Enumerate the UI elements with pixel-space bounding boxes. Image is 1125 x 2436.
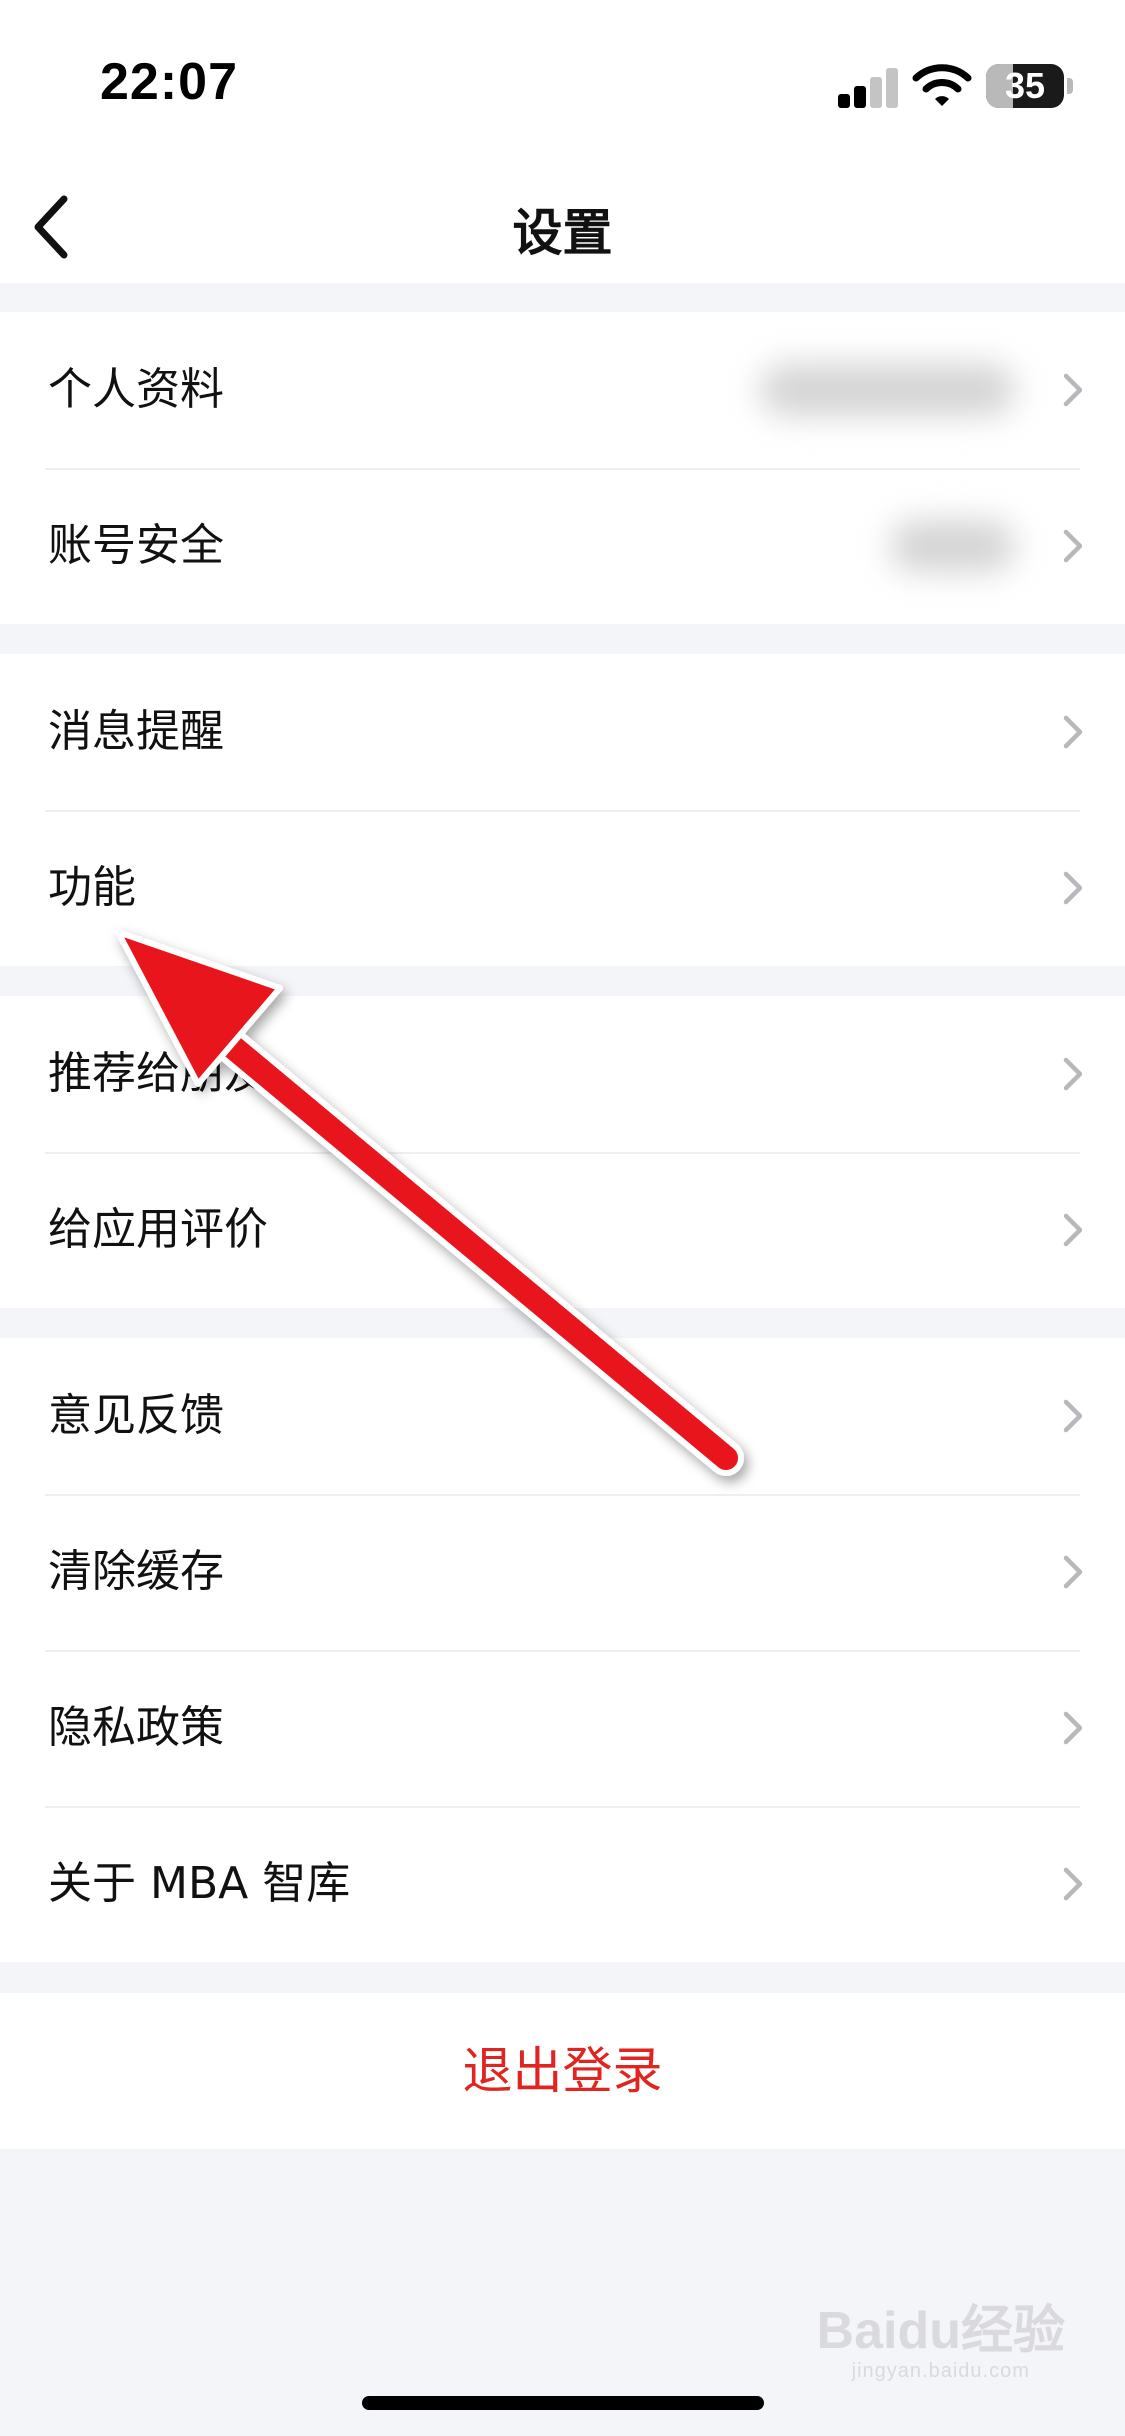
settings-item-label: 关于 MBA 智库 [48, 1858, 351, 1909]
chevron-right-icon [1063, 715, 1083, 749]
chevron-right-icon [1063, 1711, 1083, 1745]
settings-item-label: 给应用评价 [48, 1204, 268, 1255]
settings-item-label: 个人资料 [48, 364, 224, 415]
settings-item-about[interactable]: 关于 MBA 智库 [0, 1806, 1125, 1962]
settings-group-misc: 意见反馈 清除缓存 隐私政策 关于 MBA 智库 [0, 1338, 1125, 1962]
redacted-value [760, 364, 1015, 416]
watermark-url: jingyan.baidu.com [851, 2360, 1030, 2382]
chevron-right-icon [1063, 373, 1083, 407]
settings-item-label: 清除缓存 [48, 1546, 224, 1597]
home-indicator [362, 2396, 764, 2410]
watermark-brand: Baidu经验 [816, 2302, 1065, 2360]
settings-item-label: 意见反馈 [48, 1390, 224, 1441]
status-time: 22:07 [100, 53, 238, 111]
settings-item-label: 功能 [48, 862, 136, 913]
page-title: 设置 [512, 204, 613, 262]
redacted-value [890, 520, 1015, 572]
settings-item-privacy-policy[interactable]: 隐私政策 [0, 1650, 1125, 1806]
chevron-right-icon [1063, 1057, 1083, 1091]
settings-item-feedback[interactable]: 意见反馈 [0, 1338, 1125, 1494]
settings-item-label: 消息提醒 [48, 706, 224, 757]
settings-item-account-security[interactable]: 账号安全 [0, 468, 1125, 624]
chevron-right-icon [1063, 871, 1083, 905]
settings-item-label: 账号安全 [48, 520, 224, 571]
settings-group-share: 推荐给朋友 给应用评价 [0, 996, 1125, 1308]
status-bar: 22:07 35 [0, 0, 1125, 165]
settings-group-account: 个人资料 账号安全 [0, 312, 1125, 624]
signal-icon [838, 66, 900, 108]
chevron-right-icon [1063, 1399, 1083, 1433]
battery-tip [1067, 78, 1073, 94]
settings-item-rate-app[interactable]: 给应用评价 [0, 1152, 1125, 1308]
wifi-icon [912, 64, 972, 106]
nav-bar: 设置 [0, 165, 1125, 283]
chevron-right-icon [1063, 1213, 1083, 1247]
chevron-right-icon [1063, 529, 1083, 563]
settings-item-clear-cache[interactable]: 清除缓存 [0, 1494, 1125, 1650]
battery-icon: 35 [986, 64, 1064, 108]
settings-item-notifications[interactable]: 消息提醒 [0, 654, 1125, 810]
settings-item-recommend[interactable]: 推荐给朋友 [0, 996, 1125, 1152]
settings-item-features[interactable]: 功能 [0, 810, 1125, 966]
settings-item-profile[interactable]: 个人资料 [0, 312, 1125, 468]
watermark: Baidu经验 jingyan.baidu.com [817, 2305, 1065, 2381]
settings-item-label: 推荐给朋友 [48, 1048, 268, 1099]
chevron-right-icon [1063, 1867, 1083, 1901]
battery-level: 35 [1004, 65, 1046, 106]
settings-item-label: 隐私政策 [48, 1702, 224, 1753]
chevron-right-icon [1063, 1555, 1083, 1589]
settings-group-notifications: 消息提醒 功能 [0, 654, 1125, 966]
logout-button[interactable]: 退出登录 [0, 1993, 1125, 2149]
